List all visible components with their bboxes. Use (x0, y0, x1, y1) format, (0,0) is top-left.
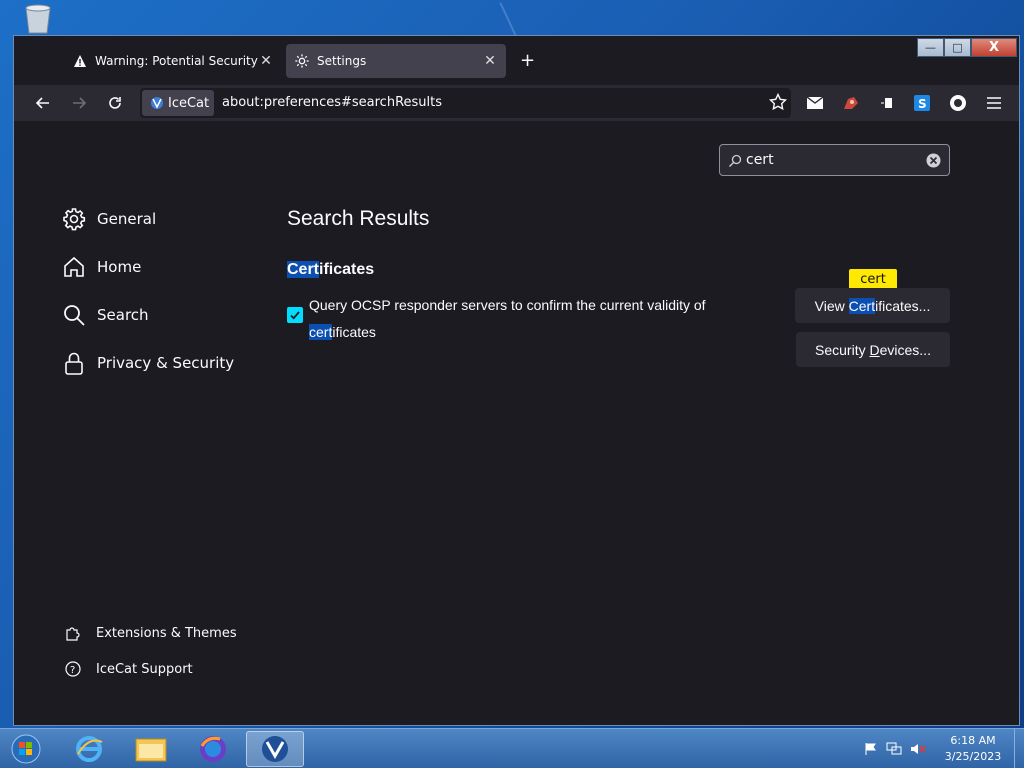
firefox-taskbar-icon[interactable] (184, 731, 242, 767)
puzzle-icon (65, 625, 81, 641)
close-tab-icon[interactable]: ✕ (482, 53, 498, 69)
gear-icon (294, 53, 310, 69)
maximize-button[interactable]: □ (944, 38, 971, 57)
tab-settings[interactable]: Settings ✕ (286, 44, 506, 78)
close-tab-icon[interactable]: ✕ (258, 53, 274, 69)
clock[interactable]: 6:18 AM 3/25/2023 (940, 733, 1006, 765)
bookmark-star-icon[interactable] (768, 92, 788, 115)
flag-icon[interactable] (864, 741, 878, 760)
label-text: Query OCSP responder servers to confirm … (309, 297, 706, 313)
icecat-taskbar-icon[interactable] (246, 731, 304, 767)
extensions-label: Extensions & Themes (96, 625, 237, 641)
lock-icon (62, 351, 86, 375)
extension-icon[interactable] (842, 94, 860, 112)
reload-icon (109, 97, 121, 109)
category-label: General (97, 210, 157, 228)
forward-button[interactable] (65, 89, 93, 117)
url-text[interactable]: about:preferences#searchResults (222, 95, 442, 110)
windows-logo-icon (11, 734, 41, 764)
preferences-page: General Home Search Privacy & Security E… (14, 121, 1019, 725)
svg-text:S: S (918, 97, 927, 111)
button-text: Security (815, 341, 870, 358)
label-text: ificates (332, 324, 376, 340)
category-home[interactable]: Home (62, 255, 141, 279)
search-highlight: Cert (848, 297, 876, 314)
ocsp-checkbox[interactable] (287, 307, 303, 323)
mail-icon[interactable] (806, 94, 824, 112)
button-text: evices... (879, 341, 931, 358)
category-general[interactable]: General (62, 207, 156, 231)
button-text: ificates... (875, 297, 931, 314)
ocsp-checkbox-label[interactable]: Query OCSP responder servers to confirm … (309, 292, 749, 346)
category-label: Search (97, 306, 149, 324)
clock-date: 3/25/2023 (944, 750, 1002, 763)
tab-title: Settings (317, 54, 367, 68)
tab-title: Warning: Potential Security Risk Ahead (95, 54, 258, 68)
security-devices-button[interactable]: Security Devices... (796, 332, 950, 367)
tab-bar: Warning: Potential Security Risk Ahead ✕… (14, 36, 1019, 85)
menu-icon[interactable] (985, 94, 1003, 112)
category-label: Privacy & Security (97, 354, 235, 372)
taskbar: 6:18 AM 3/25/2023 (0, 728, 1024, 768)
search-icon (62, 303, 86, 327)
category-search[interactable]: Search (62, 303, 149, 327)
file-explorer-taskbar-icon[interactable] (122, 731, 180, 767)
identity-box[interactable]: IceCat (142, 90, 214, 116)
reload-button[interactable] (101, 89, 129, 117)
back-button[interactable] (29, 89, 57, 117)
clear-search-icon[interactable] (926, 153, 941, 172)
recycle-bin-icon[interactable] (20, 4, 56, 34)
button-text: View (814, 297, 849, 314)
svg-text:?: ? (70, 665, 75, 676)
find-in-settings-box[interactable] (719, 144, 950, 176)
browser-window: Warning: Potential Security Risk Ahead ✕… (13, 35, 1020, 726)
extension-icon[interactable] (878, 94, 896, 112)
volume-muted-icon[interactable] (910, 741, 926, 760)
tab-warning[interactable]: Warning: Potential Security Risk Ahead ✕ (64, 44, 282, 78)
forward-arrow-icon (73, 97, 87, 109)
show-desktop-button[interactable] (1014, 729, 1024, 768)
help-icon: ? (65, 661, 81, 677)
extensions-themes-link[interactable]: Extensions & Themes (65, 625, 237, 641)
network-icon[interactable] (886, 741, 902, 760)
window-controls: — □ X (917, 38, 1017, 57)
gear-icon (62, 207, 86, 231)
access-key: D (869, 341, 880, 358)
support-label: IceCat Support (96, 661, 193, 677)
clock-time: 6:18 AM (950, 734, 996, 747)
support-link[interactable]: ? IceCat Support (65, 661, 193, 677)
search-input[interactable] (746, 150, 926, 170)
navigation-toolbar: IceCat about:preferences#searchResults S (14, 85, 1019, 121)
extension-icon[interactable]: S (913, 94, 931, 112)
identity-label: IceCat (168, 95, 210, 111)
search-highlight: Cert (287, 261, 320, 278)
checkmark-icon (290, 311, 300, 320)
home-icon (62, 255, 86, 279)
warning-icon (72, 53, 88, 69)
new-tab-button[interactable]: + (520, 50, 535, 71)
internet-explorer-taskbar-icon[interactable] (60, 731, 118, 767)
search-tooltip: cert (849, 269, 897, 295)
url-bar[interactable]: IceCat about:preferences#searchResults (140, 88, 791, 118)
search-icon (728, 153, 742, 172)
section-title-rest: ificates (319, 261, 375, 278)
icecat-logo-icon (151, 97, 163, 109)
close-button[interactable]: X (971, 38, 1017, 57)
category-privacy[interactable]: Privacy & Security (62, 351, 234, 375)
start-button[interactable] (4, 731, 48, 767)
section-title: Certificates (287, 261, 374, 279)
search-highlight: cert (309, 324, 333, 340)
minimize-button[interactable]: — (917, 38, 944, 57)
system-tray (864, 741, 926, 760)
view-certificates-button[interactable]: View Cert ificates... (795, 288, 950, 323)
category-label: Home (97, 258, 142, 276)
back-arrow-icon (35, 97, 49, 109)
account-icon[interactable] (949, 94, 967, 112)
page-title: Search Results (287, 207, 430, 230)
